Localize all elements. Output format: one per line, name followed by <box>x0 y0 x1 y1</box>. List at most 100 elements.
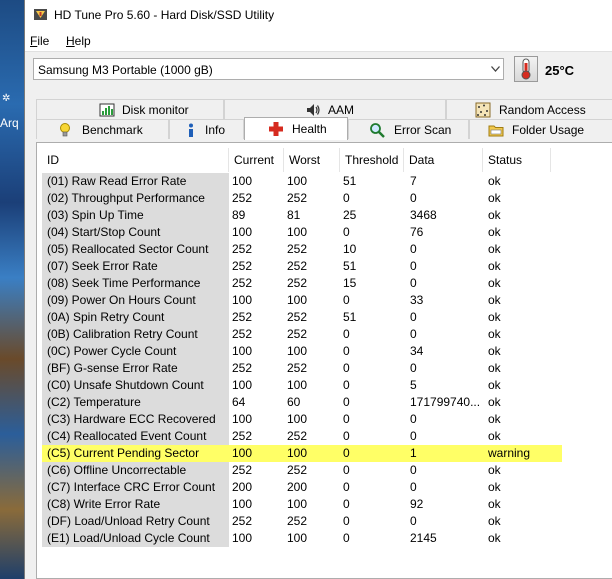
threshold-value: 0 <box>343 497 350 511</box>
table-row[interactable]: (C6) Offline Uncorrectable 252 252 0 0 ok <box>42 462 562 479</box>
attribute-id: (02) Throughput Performance <box>42 190 229 207</box>
health-cross-icon <box>269 122 283 136</box>
status-value: ok <box>488 327 501 341</box>
desktop-shortcut-icon[interactable]: ✲ <box>2 93 10 104</box>
table-row[interactable]: (BF) G-sense Error Rate 252 252 0 0 ok <box>42 360 562 377</box>
table-row[interactable]: (07) Seek Error Rate 252 252 51 0 ok <box>42 258 562 275</box>
menu-help[interactable]: Help <box>66 34 91 48</box>
tab-label: Benchmark <box>82 123 143 137</box>
chevron-down-icon[interactable] <box>486 59 503 79</box>
current-value: 252 <box>232 259 253 273</box>
current-value: 100 <box>232 174 253 188</box>
status-value: ok <box>488 395 501 409</box>
threshold-value: 0 <box>343 361 350 375</box>
current-value: 100 <box>232 497 253 511</box>
attribute-id: (C5) Current Pending Sector <box>42 445 229 462</box>
tab-health[interactable]: Health <box>244 117 348 140</box>
title-bar[interactable]: HD Tune Pro 5.60 - Hard Disk/SSD Utility <box>25 0 612 30</box>
table-row[interactable]: (DF) Load/Unload Retry Count 252 252 0 0 ok <box>42 513 562 530</box>
current-value: 100 <box>232 378 253 392</box>
attribute-id: (0C) Power Cycle Count <box>42 343 229 360</box>
table-row[interactable]: (C5) Current Pending Sector 100 100 0 1 warni… <box>42 445 562 462</box>
desktop-icon-label[interactable]: Arq <box>0 116 19 130</box>
column-header-threshold[interactable]: Threshold <box>340 148 404 172</box>
table-row[interactable]: (01) Raw Read Error Rate 100 100 51 7 ok <box>42 173 562 190</box>
current-value: 89 <box>232 208 246 222</box>
current-value: 252 <box>232 276 253 290</box>
column-header-status[interactable]: Status <box>483 148 551 172</box>
table-row[interactable]: (0C) Power Cycle Count 100 100 0 34 ok <box>42 343 562 360</box>
status-value: ok <box>488 242 501 256</box>
column-header-worst[interactable]: Worst <box>284 148 340 172</box>
current-value: 252 <box>232 327 253 341</box>
threshold-value: 51 <box>343 310 357 324</box>
threshold-value: 0 <box>343 191 350 205</box>
magnifier-icon <box>370 123 385 138</box>
threshold-value: 0 <box>343 463 350 477</box>
raw-data-value: 2145 <box>410 531 437 545</box>
table-row[interactable]: (09) Power On Hours Count 100 100 0 33 ok <box>42 292 562 309</box>
worst-value: 252 <box>287 463 308 477</box>
column-header-id[interactable]: ID <box>42 148 229 172</box>
worst-value: 81 <box>287 208 301 222</box>
tab-label: Folder Usage <box>512 123 585 137</box>
column-header-current[interactable]: Current <box>229 148 284 172</box>
raw-data-value: 33 <box>410 293 424 307</box>
table-row[interactable]: (04) Start/Stop Count 100 100 0 76 ok <box>42 224 562 241</box>
attribute-id: (07) Seek Error Rate <box>42 258 229 275</box>
current-value: 100 <box>232 412 253 426</box>
table-row[interactable]: (C7) Interface CRC Error Count 200 200 0 0 ok <box>42 479 562 496</box>
raw-data-value: 171799740... <box>410 395 481 409</box>
worst-value: 252 <box>287 429 308 443</box>
desktop-background: ✲ Arq <box>0 0 24 579</box>
table-row[interactable]: (08) Seek Time Performance 252 252 15 0 ok <box>42 275 562 292</box>
drive-select[interactable]: Samsung M3 Portable (1000 gB) <box>33 58 504 80</box>
table-row[interactable]: (02) Throughput Performance 252 252 0 0 ok <box>42 190 562 207</box>
tab-aam[interactable]: AAM <box>224 99 446 119</box>
tab-folder-usage[interactable]: Folder Usage <box>469 119 612 139</box>
current-value: 100 <box>232 225 253 239</box>
threshold-value: 0 <box>343 480 350 494</box>
raw-data-value: 0 <box>410 361 417 375</box>
random-access-icon <box>475 102 491 118</box>
table-row[interactable]: (05) Reallocated Sector Count 252 252 10 0 ok <box>42 241 562 258</box>
current-value: 252 <box>232 429 253 443</box>
table-row[interactable]: (E1) Load/Unload Cycle Count 100 100 0 2145 o… <box>42 530 562 547</box>
tab-random-access[interactable]: Random Access <box>446 99 612 119</box>
attribute-id: (05) Reallocated Sector Count <box>42 241 229 258</box>
current-value: 100 <box>232 344 253 358</box>
attribute-id: (0A) Spin Retry Count <box>42 309 229 326</box>
status-value: ok <box>488 514 501 528</box>
attribute-id: (03) Spin Up Time <box>42 207 229 224</box>
table-row[interactable]: (C2) Temperature 64 60 0 171799740... ok <box>42 394 562 411</box>
raw-data-value: 0 <box>410 463 417 477</box>
tab-label: AAM <box>328 103 355 117</box>
threshold-value: 0 <box>343 429 350 443</box>
status-value: ok <box>488 497 501 511</box>
tab-error-scan[interactable]: Error Scan <box>348 119 469 139</box>
raw-data-value: 0 <box>410 480 417 494</box>
status-value: ok <box>488 259 501 273</box>
threshold-value: 0 <box>343 412 350 426</box>
table-row[interactable]: (C4) Reallocated Event Count 252 252 0 0 ok <box>42 428 562 445</box>
table-row[interactable]: (0B) Calibration Retry Count 252 252 0 0 ok <box>42 326 562 343</box>
table-row[interactable]: (0A) Spin Retry Count 252 252 51 0 ok <box>42 309 562 326</box>
table-row[interactable]: (03) Spin Up Time 89 81 25 3468 ok <box>42 207 562 224</box>
temperature-readout: 25°C <box>545 63 575 78</box>
table-row[interactable]: (C3) Hardware ECC Recovered 100 100 0 0 ok <box>42 411 562 428</box>
table-row[interactable]: (C0) Unsafe Shutdown Count 100 100 0 5 ok <box>42 377 562 394</box>
tab-disk-monitor[interactable]: Disk monitor <box>36 99 224 119</box>
worst-value: 252 <box>287 242 308 256</box>
current-value: 100 <box>232 531 253 545</box>
threshold-value: 0 <box>343 514 350 528</box>
raw-data-value: 34 <box>410 344 424 358</box>
window-title: HD Tune Pro 5.60 - Hard Disk/SSD Utility <box>54 8 275 22</box>
column-header-data[interactable]: Data <box>404 148 483 172</box>
tab-info[interactable]: Info <box>169 119 244 139</box>
table-row[interactable]: (C8) Write Error Rate 100 100 0 92 ok <box>42 496 562 513</box>
attribute-id: (C4) Reallocated Event Count <box>42 428 229 445</box>
tab-benchmark[interactable]: Benchmark <box>36 119 169 139</box>
menu-file[interactable]: File <box>30 34 49 48</box>
threshold-value: 0 <box>343 395 350 409</box>
current-value: 252 <box>232 191 253 205</box>
